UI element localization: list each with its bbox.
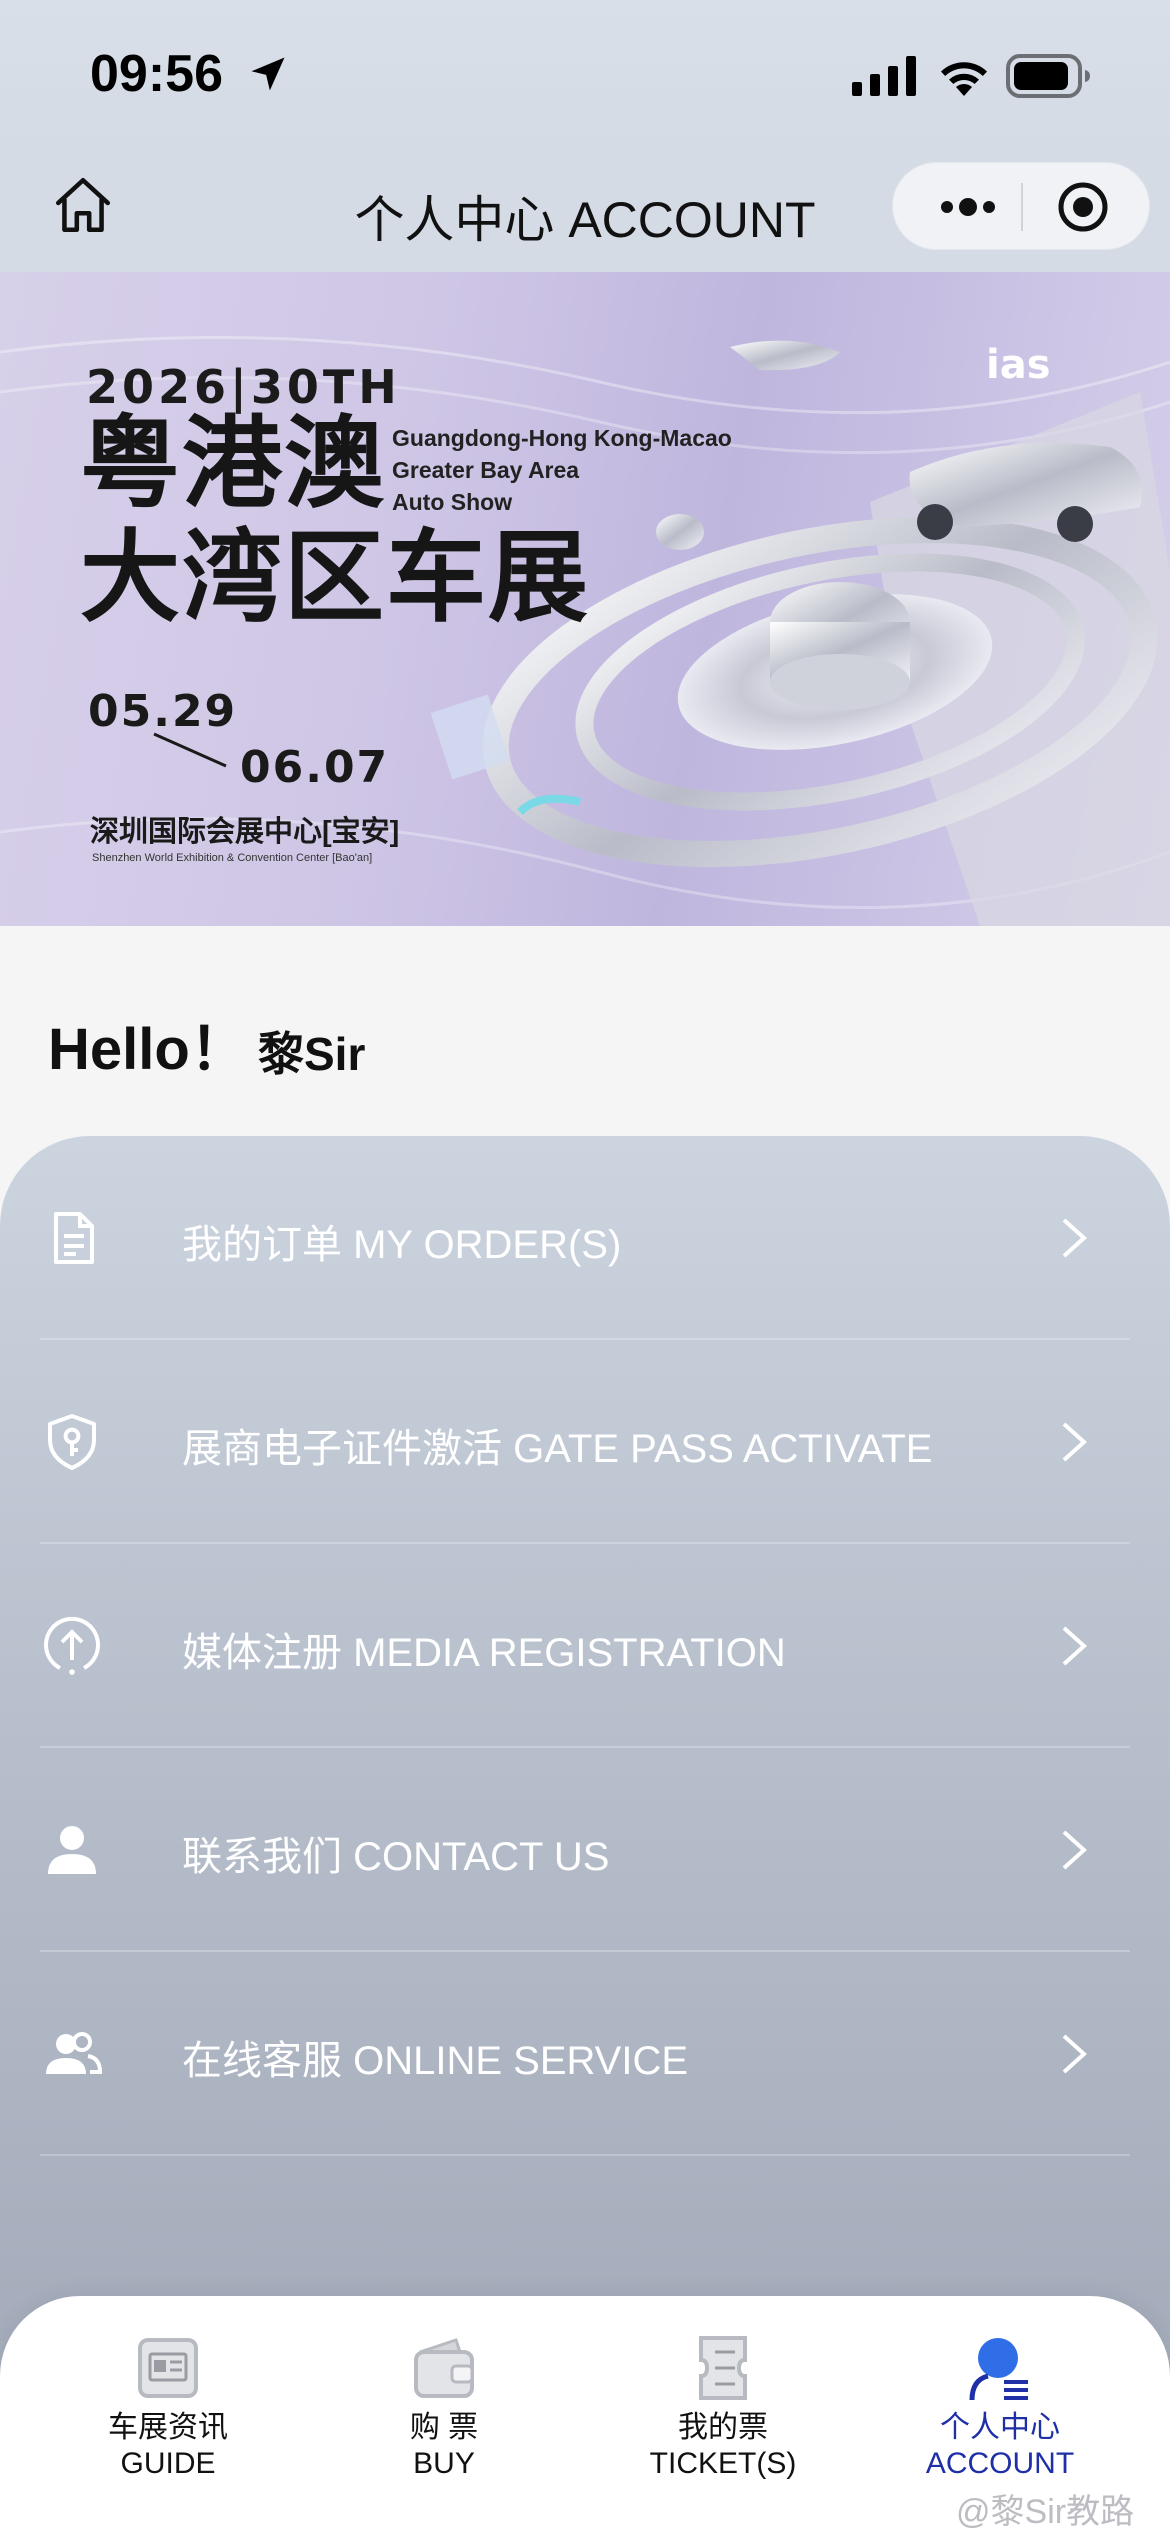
banner-venue: 深圳国际会展中心[宝安] xyxy=(90,816,400,848)
account-menu: 我的订单 MY ORDER(S) 展商电子证件激活 GATE PASS ACTI… xyxy=(0,1136,1170,2436)
weibo-watermark: @黎Sir教路 xyxy=(956,2493,1135,2531)
more-dots-icon[interactable] xyxy=(933,185,1003,229)
chevron-right-icon xyxy=(1062,1626,1087,1666)
tab-label-en: ACCOUNT xyxy=(925,2447,1075,2480)
newspaper-icon xyxy=(138,2338,198,2398)
menu-item-label: 我的订单 MY ORDER(S) xyxy=(182,1223,622,1267)
banner-en-line1: Guangdong-Hong Kong-Macao xyxy=(392,425,732,451)
banner-en-line2: Greater Bay Area xyxy=(392,457,580,483)
document-icon xyxy=(54,1212,94,1264)
date-separator xyxy=(153,732,227,768)
people-icon xyxy=(46,2032,103,2074)
location-arrow-icon xyxy=(251,57,285,91)
capsule-divider xyxy=(1021,183,1023,231)
tab-label-en: GUIDE xyxy=(120,2447,216,2480)
menu-item-my-orders[interactable]: 我的订单 MY ORDER(S) xyxy=(40,1136,1130,1340)
tab-label-en: TICKET(S) xyxy=(649,2447,797,2480)
close-target-icon[interactable] xyxy=(1053,177,1113,237)
miniprogram-capsule xyxy=(892,162,1150,250)
menu-item-online-service[interactable]: 在线客服 ONLINE SERVICE xyxy=(40,1952,1130,2156)
menu-item-contact-us[interactable]: 联系我们 CONTACT US xyxy=(40,1748,1130,1952)
tab-label-cn: 个人中心 xyxy=(940,2411,1060,2444)
tab-label-cn: 车展资讯 xyxy=(108,2411,228,2444)
nav-bar: 个人中心 ACCOUNT xyxy=(0,150,1170,272)
banner-title-cn-line2: 大湾区车展 xyxy=(80,522,590,634)
menu-item-label: 展商电子证件激活 GATE PASS ACTIVATE xyxy=(182,1427,933,1471)
banner-venue-en: Shenzhen World Exhibition & Convention C… xyxy=(92,852,373,864)
tab-label-cn: 购 票 xyxy=(409,2411,479,2444)
tab-buy[interactable]: 购 票 BUY xyxy=(324,2332,564,2512)
chevron-right-icon xyxy=(1062,2034,1087,2074)
banner-date-end: 06.07 xyxy=(240,742,390,793)
menu-item-gate-pass[interactable]: 展商电子证件激活 GATE PASS ACTIVATE xyxy=(40,1340,1130,1544)
banner-year: 2026|30TH xyxy=(86,360,401,414)
status-bar: 09:56 xyxy=(0,0,1170,150)
banner-title-en: Guangdong-Hong Kong-Macao Greater Bay Ar… xyxy=(392,422,732,518)
wifi-icon xyxy=(941,62,987,96)
ias-logo: ias xyxy=(986,342,1051,388)
chevron-right-icon xyxy=(1062,1422,1087,1462)
tab-label-cn: 我的票 xyxy=(678,2411,768,2444)
chevron-right-icon xyxy=(1062,1218,1087,1258)
shield-key-icon xyxy=(48,1414,96,1470)
menu-item-label: 媒体注册 MEDIA REGISTRATION xyxy=(182,1631,786,1675)
menu-item-label: 在线客服 ONLINE SERVICE xyxy=(182,2039,689,2083)
greeting-username: 黎Sir xyxy=(258,1028,366,1080)
cellular-signal-icon xyxy=(852,56,916,96)
account-icon xyxy=(969,2338,1028,2401)
banner-title-cn-line1: 粤港澳 xyxy=(80,408,386,520)
person-icon xyxy=(48,1826,96,1874)
wallet-icon xyxy=(414,2338,474,2398)
tab-tickets[interactable]: 我的票 TICKET(S) xyxy=(603,2332,843,2512)
upload-circle-icon xyxy=(44,1617,100,1675)
status-time: 09:56 xyxy=(90,45,223,103)
tab-guide[interactable]: 车展资讯 GUIDE xyxy=(48,2332,288,2512)
auto-show-banner[interactable]: 2026|30TH 粤港澳 大湾区车展 Guangdong-Hong Kong-… xyxy=(0,272,1170,926)
menu-item-media-registration[interactable]: 媒体注册 MEDIA REGISTRATION xyxy=(40,1544,1130,1748)
battery-icon xyxy=(1006,54,1090,98)
tab-label-en: BUY xyxy=(413,2447,475,2480)
chevron-right-icon xyxy=(1062,1830,1087,1870)
ticket-icon xyxy=(699,2336,747,2400)
menu-item-label: 联系我们 CONTACT US xyxy=(182,1835,610,1879)
greeting-hello: Hello！ xyxy=(48,1017,248,1082)
banner-en-line3: Auto Show xyxy=(392,489,513,515)
